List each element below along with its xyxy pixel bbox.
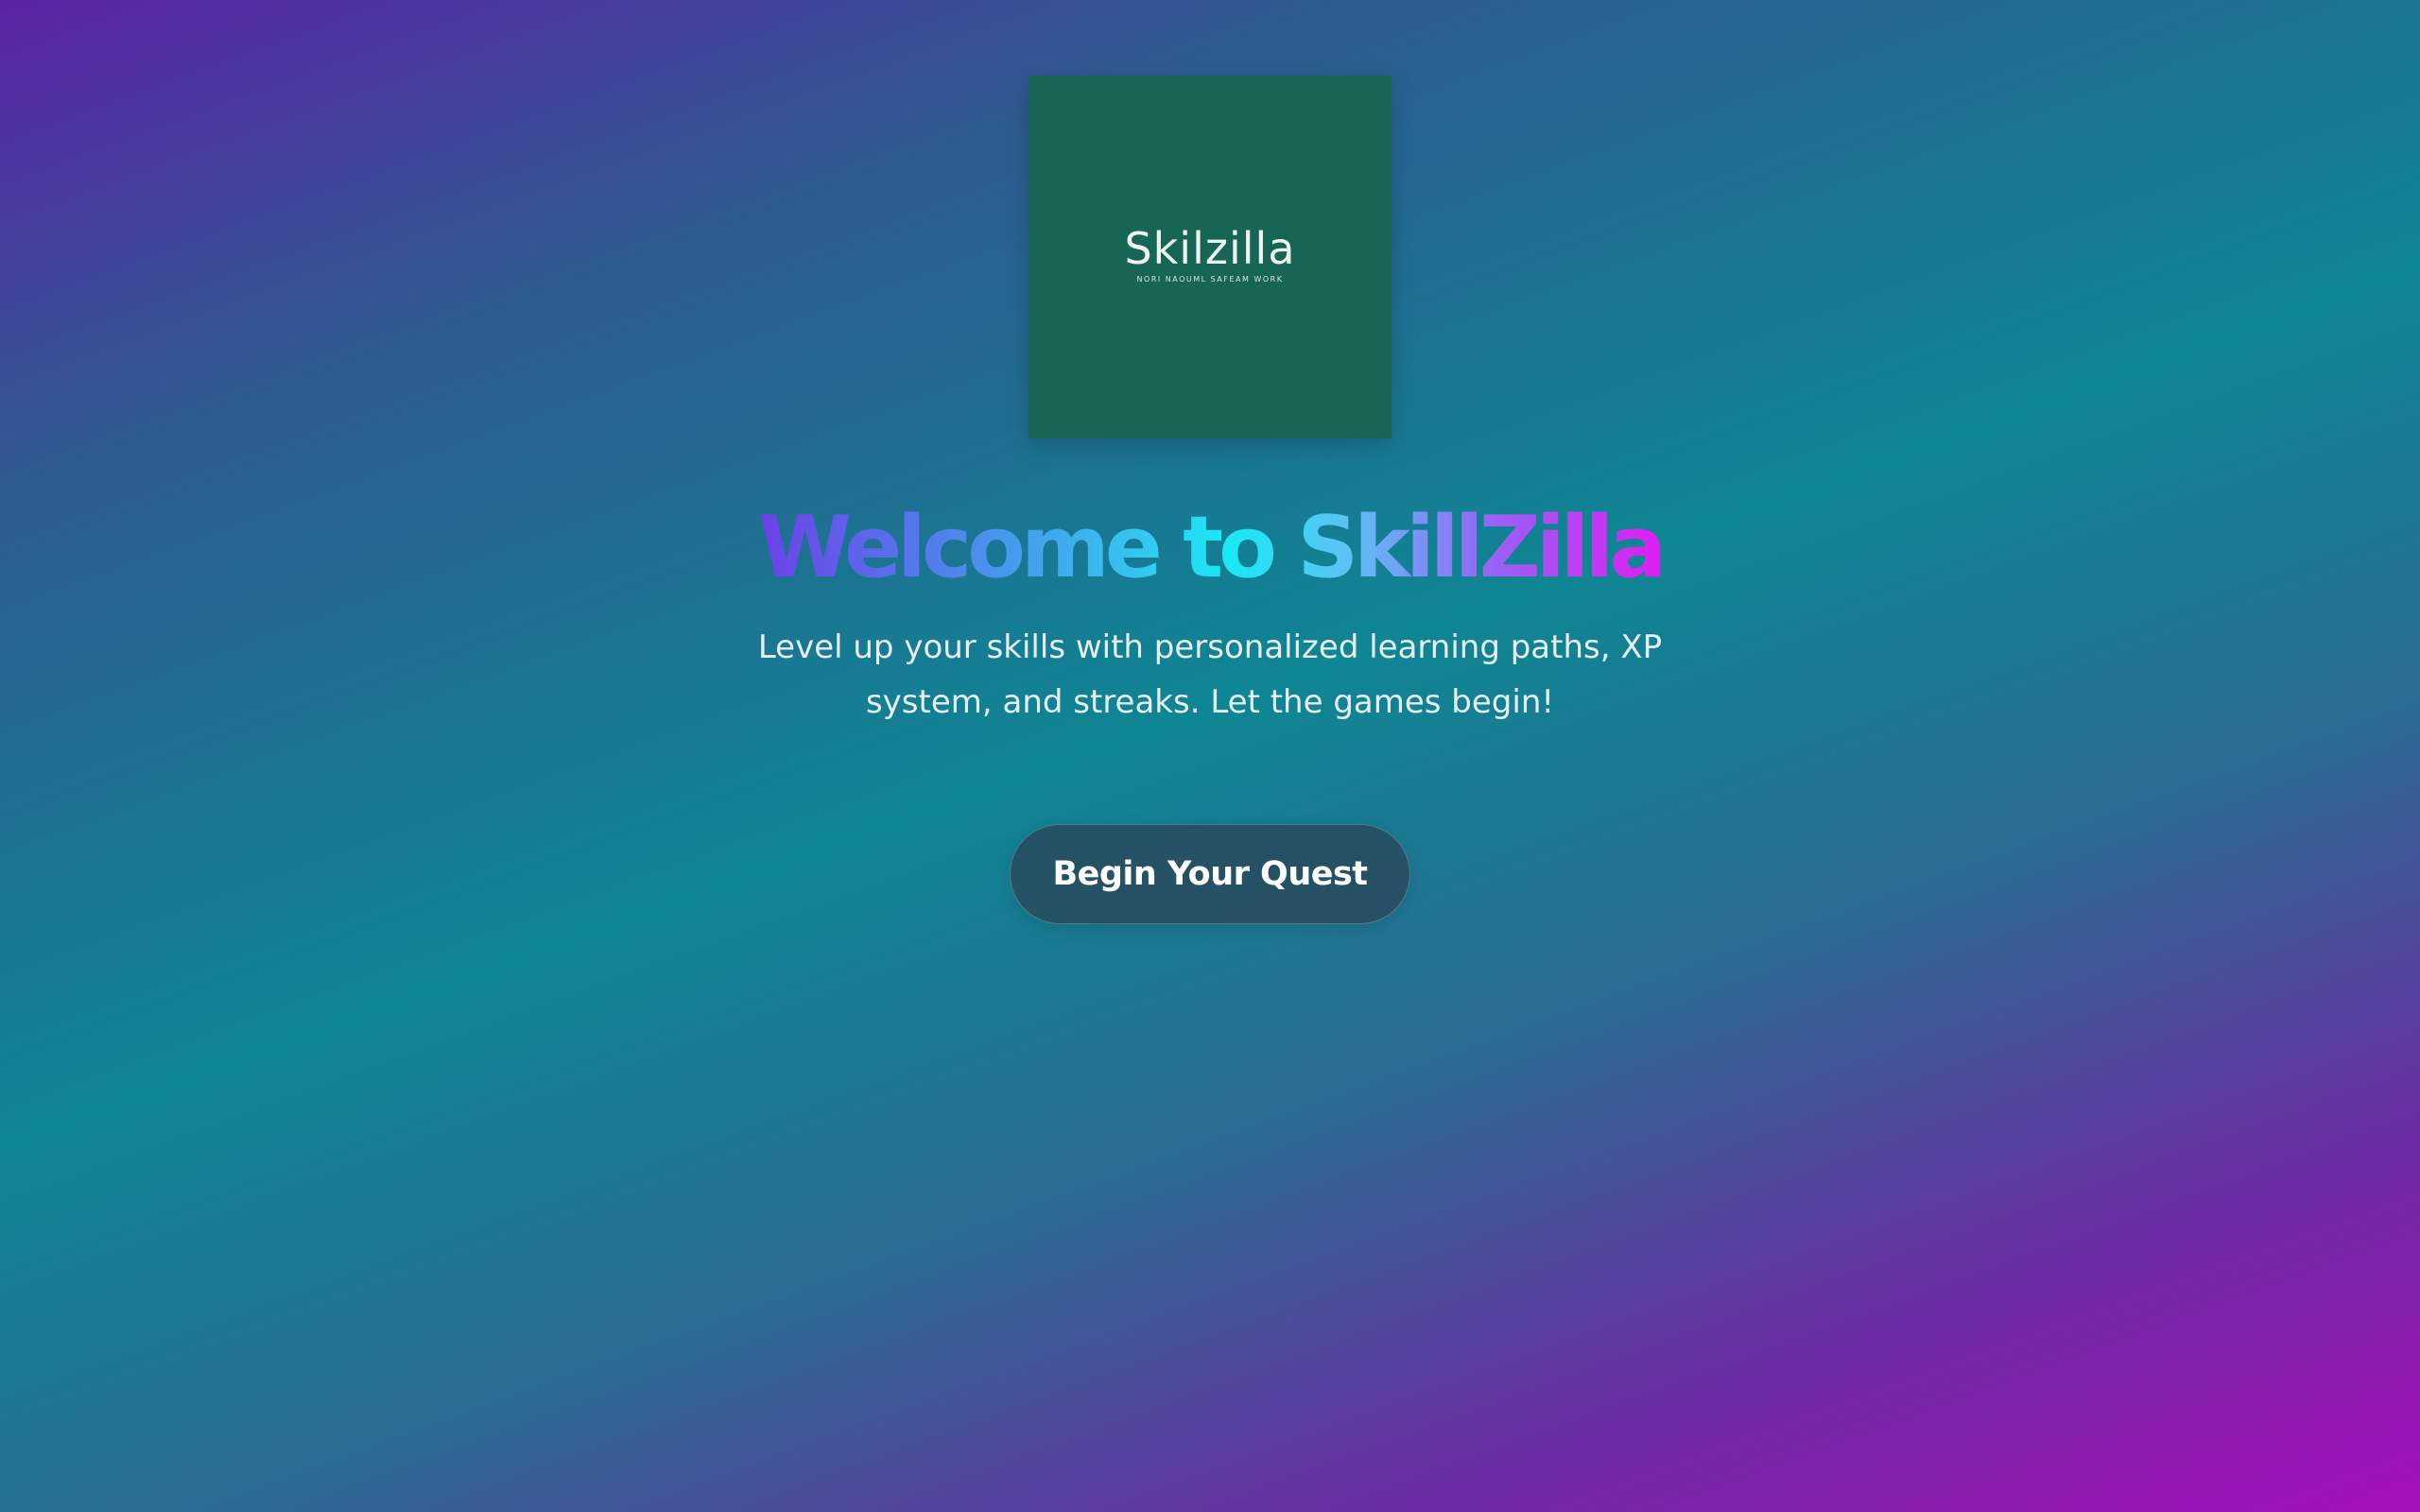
page-title-text: Welcome to SkillZilla xyxy=(757,498,1667,597)
page-title: Welcome to SkillZilla xyxy=(0,491,2420,605)
logo-image: Skilzilla NORI NAOUML SAFEAM WORK xyxy=(1028,76,1392,438)
logo-tagline: NORI NAOUML SAFEAM WORK xyxy=(1136,275,1284,284)
begin-quest-button[interactable]: Begin Your Quest xyxy=(1010,824,1410,924)
logo-wordmark: Skilzilla xyxy=(1124,223,1296,274)
page-subtitle: Level up your skills with personalized l… xyxy=(757,628,1663,721)
landing-page: Skilzilla NORI NAOUML SAFEAM WORK Welcom… xyxy=(0,0,2420,1512)
